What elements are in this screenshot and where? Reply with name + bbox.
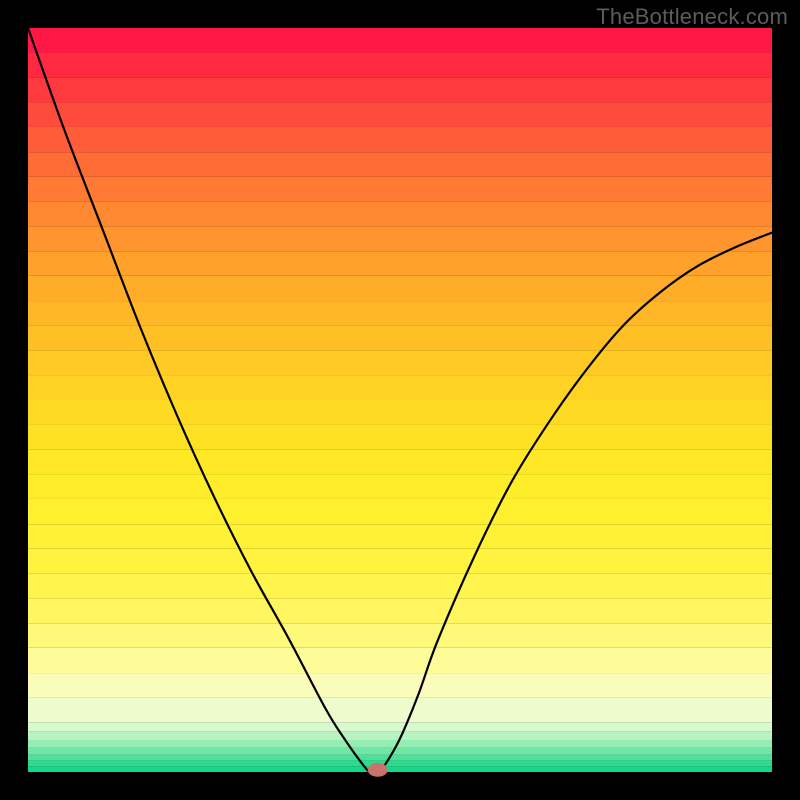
gradient-band	[28, 53, 772, 78]
gradient-band	[28, 152, 772, 177]
gradient-band	[28, 673, 772, 698]
gradient-band	[28, 755, 772, 761]
optimal-marker	[368, 763, 388, 777]
gradient-band	[28, 761, 772, 767]
gradient-band	[28, 599, 772, 624]
gradient-band	[28, 201, 772, 226]
gradient-band	[28, 326, 772, 351]
watermark-label: TheBottleneck.com	[596, 4, 788, 30]
gradient-band	[28, 450, 772, 475]
gradient-band	[28, 177, 772, 202]
gradient-band	[28, 747, 772, 754]
gradient-band	[28, 301, 772, 326]
gradient-band	[28, 227, 772, 252]
gradient-band	[28, 375, 772, 400]
gradient-band	[28, 350, 772, 375]
gradient-band	[28, 623, 772, 648]
gradient-band	[28, 474, 772, 499]
gradient-band	[28, 425, 772, 450]
gradient-band	[28, 722, 772, 731]
gradient-band	[28, 400, 772, 425]
chart-frame: TheBottleneck.com	[0, 0, 800, 800]
gradient-band	[28, 698, 772, 723]
gradient-band	[28, 524, 772, 549]
gradient-band	[28, 648, 772, 673]
bottleneck-chart	[0, 0, 800, 800]
gradient-band	[28, 78, 772, 103]
gradient-band	[28, 767, 772, 772]
gradient-band	[28, 251, 772, 276]
gradient-band	[28, 102, 772, 127]
gradient-band	[28, 549, 772, 574]
gradient-band	[28, 573, 772, 598]
gradient-band	[28, 28, 772, 53]
gradient-band	[28, 127, 772, 152]
gradient-band	[28, 740, 772, 747]
gradient-band	[28, 499, 772, 524]
gradient-band	[28, 276, 772, 301]
